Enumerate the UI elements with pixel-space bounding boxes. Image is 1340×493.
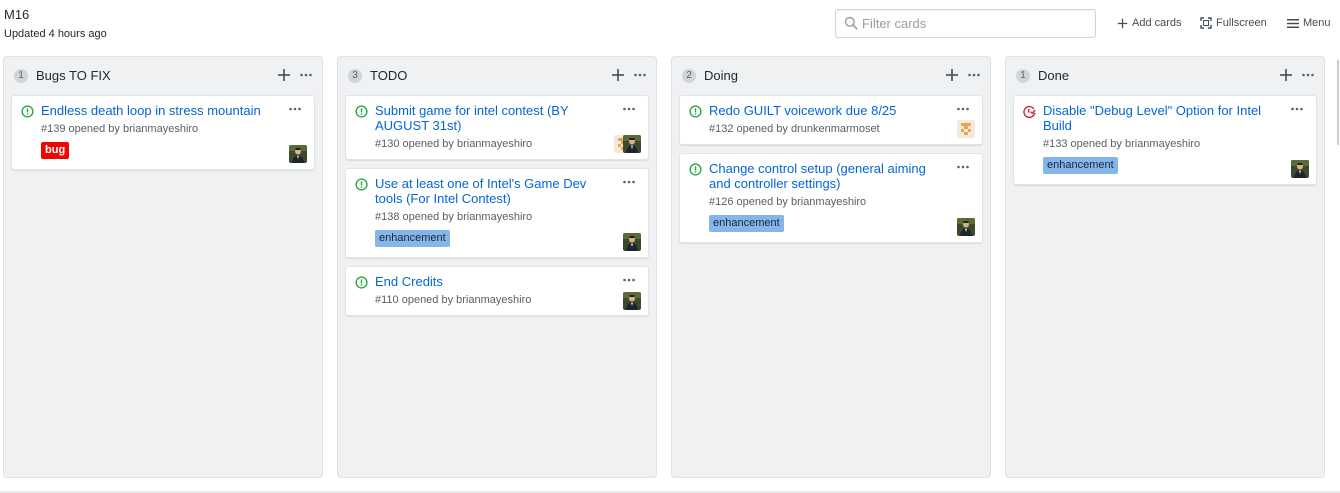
column-doing: 2 Doing Redo GUILT voicework due 8/25 #1…	[671, 56, 991, 478]
assignee-avatar[interactable]	[623, 292, 641, 310]
avatar-image	[623, 135, 641, 153]
column-title: Done	[1038, 68, 1070, 83]
add-cards-button[interactable]: Add cards	[1117, 15, 1182, 31]
column-done: 1 Done Disable "Debug Level" Option for …	[1005, 56, 1325, 478]
column-header: 3 TODO	[338, 57, 656, 93]
column-card-count: 1	[1016, 69, 1030, 83]
card-issue[interactable]: Submit game for intel contest (BY AUGUST…	[345, 95, 649, 160]
avatar-image	[1291, 160, 1309, 178]
menu-button[interactable]: Menu	[1287, 15, 1331, 31]
column-more-icon[interactable]	[633, 70, 647, 80]
card-more-icon[interactable]	[622, 104, 636, 114]
card-title-link[interactable]: Submit game for intel contest (BY AUGUST…	[375, 103, 611, 133]
column-header: 2 Doing	[672, 57, 990, 93]
column-more-icon[interactable]	[967, 70, 981, 80]
add-card-icon[interactable]	[945, 68, 959, 82]
label-enhancement[interactable]: enhancement	[375, 230, 450, 247]
add-card-icon[interactable]	[277, 68, 291, 82]
column-header: 1 Bugs TO FIX	[4, 57, 322, 93]
hamburger-icon	[1287, 18, 1299, 28]
card-issue[interactable]: Disable "Debug Level" Option for Intel B…	[1013, 95, 1317, 185]
card-title-link[interactable]: End Credits	[375, 274, 611, 289]
column-card-count: 1	[14, 69, 28, 83]
column-card-count: 2	[682, 69, 696, 83]
card-more-icon[interactable]	[288, 104, 302, 114]
column-title: Doing	[704, 68, 738, 83]
card-meta: #139 opened by brianmayeshiro	[41, 123, 199, 135]
card-meta: #130 opened by brianmayeshiro	[375, 138, 533, 150]
search-icon	[844, 16, 858, 30]
column-todo: 3 TODO Submit game for intel contest (BY…	[337, 56, 657, 478]
project-updated-time: Updated 4 hours ago	[4, 28, 107, 40]
avatar-image	[957, 120, 975, 138]
card-issue[interactable]: End Credits #110 opened by brianmayeshir…	[345, 266, 649, 316]
column-card-count: 3	[348, 69, 362, 83]
fullscreen-label: Fullscreen	[1216, 17, 1267, 29]
plus-icon	[1117, 18, 1128, 29]
card-title-link[interactable]: Use at least one of Intel's Game Dev too…	[375, 176, 611, 206]
assignee-avatar[interactable]	[957, 218, 975, 236]
card-more-icon[interactable]	[622, 177, 636, 187]
assignee-avatar[interactable]	[289, 145, 307, 163]
card-meta: #138 opened by brianmayeshiro	[375, 211, 533, 223]
card-title-link[interactable]: Redo GUILT voicework due 8/25	[709, 103, 945, 118]
issue-closed-icon	[1023, 105, 1036, 118]
column-more-icon[interactable]	[1301, 70, 1315, 80]
card-title-link[interactable]: Endless death loop in stress mountain	[41, 103, 277, 118]
issue-open-icon	[689, 163, 702, 176]
card-title-link[interactable]: Change control setup (general aiming and…	[709, 161, 945, 191]
column-bugs-to-fix: 1 Bugs TO FIX Endless death loop in stre…	[3, 56, 323, 478]
fullscreen-button[interactable]: Fullscreen	[1200, 15, 1267, 31]
avatar-image	[289, 145, 307, 163]
avatar-image	[623, 233, 641, 251]
project-header: M16 Updated 4 hours ago Add cards Fullsc…	[0, 0, 1340, 50]
column-header: 1 Done	[1006, 57, 1324, 93]
card-issue[interactable]: Redo GUILT voicework due 8/25 #132 opene…	[679, 95, 983, 145]
card-issue[interactable]: Use at least one of Intel's Game Dev too…	[345, 168, 649, 258]
column-title: TODO	[370, 68, 408, 83]
label-bug[interactable]: bug	[41, 142, 70, 159]
avatar-image	[957, 218, 975, 236]
column-title: Bugs TO FIX	[36, 68, 111, 83]
issue-open-icon	[689, 105, 702, 118]
card-title-link[interactable]: Disable "Debug Level" Option for Intel B…	[1043, 103, 1279, 133]
issue-open-icon	[355, 105, 368, 118]
assignee-avatar[interactable]	[1291, 160, 1309, 178]
card-meta: #110 opened by brianmayeshiro	[375, 294, 532, 306]
card-meta: #126 opened by brianmayeshiro	[709, 196, 867, 208]
assignee-avatar[interactable]	[623, 233, 641, 251]
card-more-icon[interactable]	[956, 104, 970, 114]
card-more-icon[interactable]	[956, 162, 970, 172]
assignee-avatar[interactable]	[957, 120, 975, 138]
label-enhancement[interactable]: enhancement	[1043, 157, 1118, 174]
filter-cards-input[interactable]	[862, 13, 1087, 34]
issue-open-icon	[355, 276, 368, 289]
issue-open-icon	[355, 178, 368, 191]
fullscreen-icon	[1200, 17, 1212, 29]
add-cards-label: Add cards	[1132, 17, 1182, 29]
label-enhancement[interactable]: enhancement	[709, 215, 784, 232]
card-issue[interactable]: Endless death loop in stress mountain #1…	[11, 95, 315, 170]
filter-cards-field[interactable]	[835, 9, 1096, 38]
column-more-icon[interactable]	[299, 70, 313, 80]
card-more-icon[interactable]	[622, 275, 636, 285]
assignee-avatar[interactable]	[623, 135, 641, 153]
avatar-image	[623, 292, 641, 310]
project-title: M16	[4, 7, 30, 22]
add-card-icon[interactable]	[611, 68, 625, 82]
card-issue[interactable]: Change control setup (general aiming and…	[679, 153, 983, 243]
project-board: 1 Bugs TO FIX Endless death loop in stre…	[3, 56, 1337, 478]
menu-label: Menu	[1303, 17, 1331, 29]
issue-open-icon	[21, 105, 34, 118]
card-more-icon[interactable]	[1290, 104, 1304, 114]
card-meta: #132 opened by drunkenmarmoset	[709, 123, 880, 135]
horizontal-scroll-edge[interactable]	[1337, 60, 1339, 145]
card-meta: #133 opened by brianmayeshiro	[1043, 138, 1201, 150]
add-card-icon[interactable]	[1279, 68, 1293, 82]
